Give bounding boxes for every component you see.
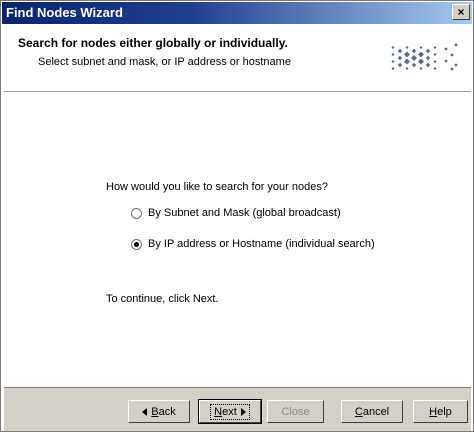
- back-button[interactable]: Back: [128, 400, 190, 423]
- wizard-content: How would you like to search for your no…: [4, 92, 471, 382]
- help-button[interactable]: Help: [413, 400, 468, 423]
- wizard-window: Find Nodes Wizard × Search for nodes eit…: [0, 0, 474, 432]
- option-ip-hostname[interactable]: By IP address or Hostname (individual se…: [131, 238, 375, 250]
- close-label: Close: [281, 405, 310, 418]
- option-subnet-mask[interactable]: By Subnet and Mask (global broadcast): [131, 207, 341, 219]
- cancel-button[interactable]: Cancel: [341, 400, 403, 423]
- continue-instruction: To continue, click Next.: [106, 293, 219, 305]
- wizard-footer: Back Next Close Cancel Help: [4, 387, 471, 431]
- next-focus-rect: Next: [210, 403, 250, 420]
- option-ip-hostname-label: By IP address or Hostname (individual se…: [148, 238, 375, 250]
- back-arrow-icon: [142, 407, 148, 416]
- next-mnemonic: N: [214, 405, 223, 418]
- search-question: How would you like to search for your no…: [106, 181, 328, 193]
- next-label: ext: [222, 405, 237, 418]
- header-title: Search for nodes either globally or indi…: [18, 36, 288, 50]
- close-icon: ×: [457, 5, 465, 19]
- diamond-dots-logo-icon: [390, 35, 462, 86]
- next-arrow-icon: [240, 407, 246, 416]
- radio-ip-hostname[interactable]: [131, 238, 142, 250]
- window-title: Find Nodes Wizard: [6, 5, 123, 20]
- close-window-button[interactable]: ×: [452, 4, 470, 20]
- help-mnemonic: H: [429, 405, 438, 418]
- back-label: ack: [158, 405, 176, 418]
- header-subtitle: Select subnet and mask, or IP address or…: [38, 56, 291, 68]
- next-button[interactable]: Next: [198, 399, 262, 424]
- option-subnet-mask-label: By Subnet and Mask (global broadcast): [148, 207, 341, 219]
- wizard-header: Search for nodes either globally or indi…: [4, 25, 471, 92]
- close-button[interactable]: Close: [267, 400, 324, 423]
- radio-subnet-mask[interactable]: [131, 207, 142, 219]
- radio-selected-dot: [134, 241, 139, 247]
- cancel-mnemonic: C: [354, 405, 363, 418]
- cancel-label: ancel: [362, 405, 390, 418]
- title-bar[interactable]: Find Nodes Wizard ×: [2, 2, 472, 24]
- help-label: elp: [437, 405, 452, 418]
- back-mnemonic: B: [151, 405, 159, 418]
